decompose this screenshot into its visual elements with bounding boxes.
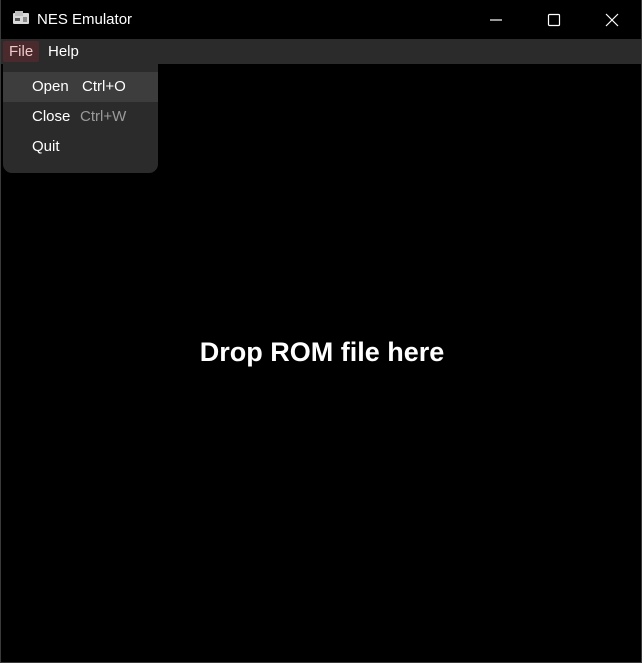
app-window: NES Emulator File Help Open Ctrl+O Close… — [0, 0, 642, 663]
close-window-button[interactable] — [583, 0, 641, 39]
drop-rom-hint: Drop ROM file here — [199, 337, 445, 367]
menu-item-close[interactable]: Close Ctrl+W — [3, 102, 158, 132]
maximize-button[interactable] — [525, 0, 583, 39]
file-dropdown-menu: Open Ctrl+O Close Ctrl+W Quit — [3, 64, 158, 173]
menu-item-quit[interactable]: Quit — [3, 132, 158, 162]
maximize-icon — [547, 13, 561, 27]
menu-item-label: Quit — [32, 138, 60, 155]
menu-item-shortcut: Ctrl+O — [82, 78, 126, 95]
menu-item-open[interactable]: Open Ctrl+O — [3, 72, 158, 102]
menu-item-label: Open — [32, 78, 69, 95]
nes-console-icon — [13, 11, 29, 25]
menu-help[interactable]: Help — [42, 41, 85, 62]
minimize-icon — [490, 19, 502, 21]
minimize-button[interactable] — [467, 0, 525, 39]
menu-item-label: Close — [32, 108, 71, 125]
menu-bar: File Help — [1, 39, 641, 64]
menu-item-shortcut: Ctrl+W — [80, 108, 127, 125]
title-bar[interactable]: NES Emulator — [1, 0, 641, 39]
window-title: NES Emulator — [37, 11, 133, 28]
menu-file[interactable]: File — [3, 41, 40, 62]
close-icon — [605, 13, 619, 27]
